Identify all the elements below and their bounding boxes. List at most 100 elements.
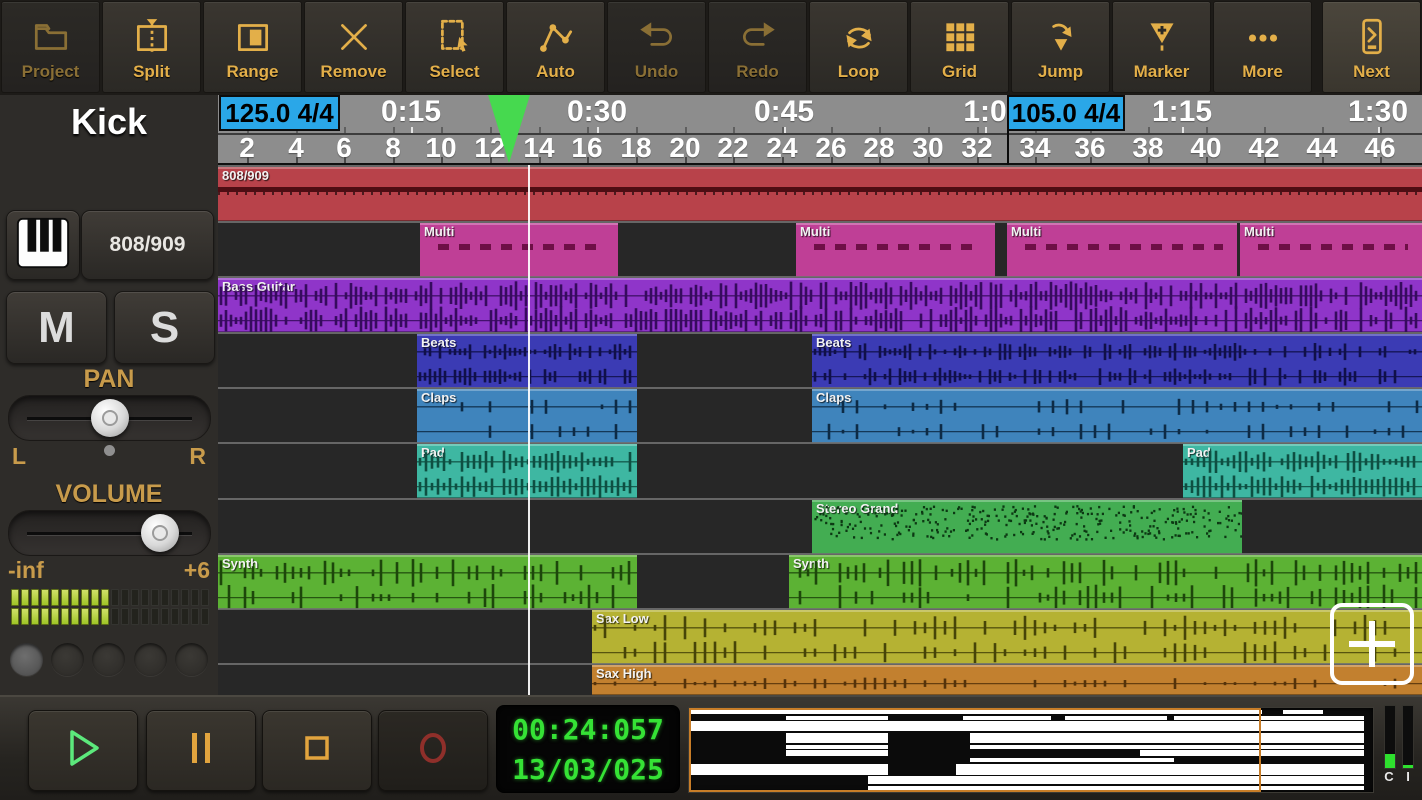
more-button[interactable]: More [1213, 1, 1312, 93]
time-label: 1:0 [963, 95, 1007, 128]
pan-slider[interactable] [8, 395, 211, 441]
clip-synth[interactable]: Synth [789, 555, 1422, 609]
record-button[interactable] [378, 710, 488, 791]
level-meter-segment [61, 589, 69, 606]
arrangement-area[interactable]: 808/909 Multi Multi Multi Multi Bass Guitar Be… [218, 165, 1422, 695]
pan-right-label: R [189, 443, 206, 469]
undo-button[interactable]: Undo [607, 1, 706, 93]
redo-button[interactable]: Redo [708, 1, 807, 93]
clip-beats[interactable]: Beats [417, 334, 637, 388]
split-button[interactable]: Split [102, 1, 201, 93]
solo-label: S [149, 302, 180, 352]
project-overview-minimap[interactable] [688, 707, 1374, 793]
clip-808-909[interactable]: 808/909 [218, 167, 1422, 221]
grid-button[interactable]: Grid [910, 1, 1009, 93]
page-dot[interactable] [133, 643, 167, 676]
volume-slider-knob[interactable] [141, 514, 180, 552]
plus-icon [1369, 621, 1375, 667]
stop-button[interactable] [262, 710, 372, 791]
time-label: 0:30 [566, 95, 628, 128]
bar-tick [393, 157, 395, 163]
input-meter-label: I [1406, 769, 1410, 784]
level-meter-segment [151, 608, 159, 625]
add-track-button[interactable] [1330, 603, 1414, 685]
clip-pad[interactable]: Pad [417, 444, 637, 498]
clip-beats[interactable]: Beats [812, 334, 1422, 388]
level-meter-segment [141, 608, 149, 625]
level-meter-segment [111, 589, 119, 606]
level-meter-segment [11, 608, 19, 625]
clip-multi[interactable]: Multi [1240, 223, 1422, 277]
solo-button[interactable]: S [114, 291, 215, 364]
level-meter-segment [41, 608, 49, 625]
clip-claps[interactable]: Claps [812, 389, 1422, 443]
clip-multi[interactable]: Multi [796, 223, 995, 277]
marker-icon [1141, 13, 1183, 61]
time-ruler[interactable]: 0:15 0:30 0:45 1:0 1:15 1:30 125.0 4/4 105.0 4/… [218, 95, 1422, 135]
minimap-viewport[interactable] [689, 708, 1261, 792]
level-meter-segment [81, 608, 89, 625]
toolbar-button-label: Select [429, 62, 480, 81]
clip-sax-low[interactable]: Sax Low [592, 610, 1422, 664]
time-tick [411, 127, 413, 133]
page-dot[interactable] [174, 643, 208, 676]
playhead-marker[interactable] [488, 95, 530, 163]
time-display[interactable]: 00:24:057 13/03/025 [496, 705, 680, 793]
tempo-change-line [1007, 95, 1009, 165]
bar-tick [928, 157, 930, 163]
level-meter-segment [91, 608, 99, 625]
play-button[interactable] [28, 710, 138, 791]
bar-tick [733, 157, 735, 163]
remove-button[interactable]: Remove [304, 1, 403, 93]
level-meter-segment [171, 589, 179, 606]
page-dot[interactable] [92, 643, 126, 676]
bar-tick [1148, 157, 1150, 163]
toolbar-button-label: Marker [1133, 62, 1190, 81]
page-dot[interactable] [10, 643, 44, 676]
midi-dash-notes [438, 244, 604, 250]
tempo-marker[interactable]: 125.0 4/4 [219, 95, 340, 131]
clip-multi[interactable]: Multi [420, 223, 618, 277]
select-button[interactable]: Select [405, 1, 504, 93]
bar-ruler[interactable]: 2 4 6 8 10 12 14 16 18 20 22 24 26 28 30 32 34 36 38 40 42 44… [218, 132, 1422, 165]
piano-icon [14, 214, 72, 277]
time-label: 1:15 [1151, 95, 1213, 128]
tempo-marker[interactable]: 105.0 4/4 [1007, 95, 1125, 131]
clip-claps[interactable]: Claps [417, 389, 637, 443]
input-meter [1402, 705, 1414, 769]
range-button[interactable]: Range [203, 1, 302, 93]
pause-button[interactable] [146, 710, 256, 791]
stop-icon [294, 725, 340, 776]
volume-max-label: +6 [183, 557, 210, 583]
auto-button[interactable]: Auto [506, 1, 605, 93]
clip-synth[interactable]: Synth [218, 555, 637, 609]
next-button[interactable]: Next [1322, 1, 1421, 93]
toolbar: Project Split Range Remove Select Auto Undo Red… [0, 0, 1422, 95]
page-dot[interactable] [51, 643, 85, 676]
level-meter-segment [111, 608, 119, 625]
clip-sax-high[interactable]: Sax High [592, 665, 1422, 695]
level-meter-segment [201, 589, 209, 606]
level-meter-segment [71, 589, 79, 606]
audio-waveform [218, 281, 1422, 332]
pan-slider-knob[interactable] [90, 399, 129, 437]
instrument-preset-button[interactable]: 808/909 [81, 210, 214, 280]
mute-label: M [38, 302, 75, 352]
jump-button[interactable]: Jump [1011, 1, 1110, 93]
audio-waveform [417, 399, 637, 440]
clip-pad[interactable]: Pad [1183, 444, 1422, 498]
volume-slider[interactable] [8, 510, 211, 556]
mute-button[interactable]: M [6, 291, 107, 364]
clip-bass-guitar[interactable]: Bass Guitar [218, 278, 1422, 332]
grid-icon [939, 13, 981, 61]
clip-stereo-grand[interactable]: Stereo Grand [812, 500, 1242, 554]
loop-button[interactable]: Loop [809, 1, 908, 93]
split-icon [131, 13, 173, 61]
project-button[interactable]: Project [1, 1, 100, 93]
instrument-button[interactable] [6, 210, 80, 280]
audio-waveform [812, 398, 1422, 440]
bar-tick [879, 157, 881, 163]
transport-bar: 00:24:057 13/03/025 C I [0, 695, 1422, 800]
clip-multi[interactable]: Multi [1007, 223, 1237, 277]
marker-button[interactable]: Marker [1112, 1, 1211, 93]
